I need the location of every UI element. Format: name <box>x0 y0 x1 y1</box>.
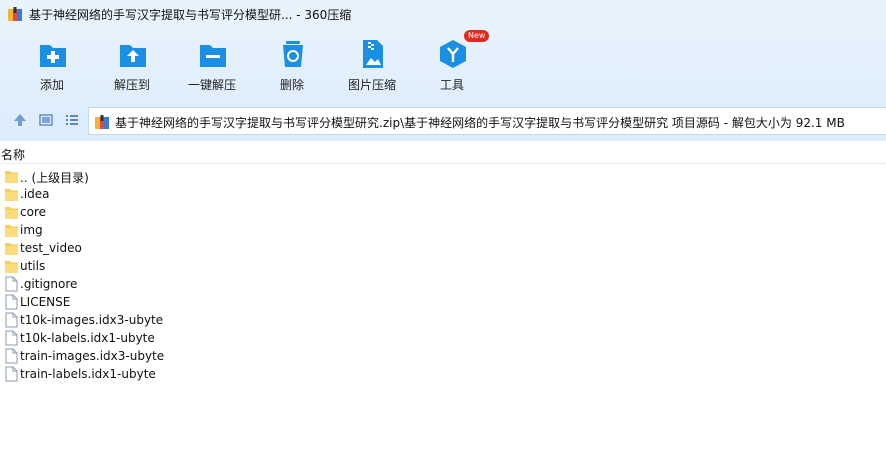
image-zip-icon <box>363 40 383 68</box>
folder-row[interactable]: img <box>0 221 886 239</box>
folder-row[interactable]: .. (上级目录) <box>0 167 886 185</box>
item-name: t10k-images.idx3-ubyte <box>20 313 164 327</box>
item-name: test_video <box>20 241 82 255</box>
column-header-name[interactable]: 名称 <box>1 146 25 163</box>
delete-label: 删除 <box>279 78 304 92</box>
folder-row[interactable]: .idea <box>0 185 886 203</box>
file-row[interactable]: LICENSE <box>0 293 886 311</box>
delete-button[interactable]: 删除 <box>249 36 335 96</box>
item-name: .. (上级目录) <box>20 171 89 185</box>
image-compress-button[interactable]: 图片压缩 <box>329 36 415 96</box>
archive-icon <box>95 115 109 129</box>
folder-icon <box>5 171 18 183</box>
file-row[interactable]: .gitignore <box>0 275 886 293</box>
add-label: 添加 <box>39 78 64 92</box>
extract-to-button[interactable]: 解压到 <box>89 36 175 96</box>
new-badge: New <box>464 30 490 42</box>
item-name: .gitignore <box>20 277 78 291</box>
item-name: core <box>20 205 46 219</box>
item-name: img <box>20 223 43 237</box>
item-name: train-labels.idx1-ubyte <box>20 367 156 381</box>
file-row[interactable]: train-images.idx3-ubyte <box>0 347 886 365</box>
file-icon <box>5 330 18 346</box>
column-header: 名称 <box>0 141 886 164</box>
recycle-bin-icon <box>283 41 303 67</box>
up-arrow-icon[interactable] <box>12 112 28 128</box>
add-button[interactable]: 添加 <box>9 36 95 96</box>
folder-icon <box>5 261 18 273</box>
file-row[interactable]: t10k-labels.idx1-ubyte <box>0 329 886 347</box>
top-area: 基于神经网络的手写汉字提取与书写评分模型研... - 360压缩 添加 解压到 … <box>0 0 886 141</box>
extract-folder-icon <box>120 45 146 67</box>
archive-icon <box>8 7 22 21</box>
one-click-folder-icon <box>200 45 226 67</box>
item-name: utils <box>20 259 46 273</box>
file-icon <box>5 312 18 328</box>
add-file-icon <box>40 45 66 67</box>
file-icon <box>5 294 18 310</box>
folder-icon <box>5 225 18 237</box>
title-bar: 基于神经网络的手写汉字提取与书写评分模型研... - 360压缩 <box>0 0 886 28</box>
address-bar[interactable]: 基于神经网络的手写汉字提取与书写评分模型研究.zip\基于神经网络的手写汉字提取… <box>88 107 886 135</box>
item-name: train-images.idx3-ubyte <box>20 349 165 363</box>
navigation-bar: 基于神经网络的手写汉字提取与书写评分模型研究.zip\基于神经网络的手写汉字提取… <box>0 105 886 135</box>
tools-cube-icon <box>440 40 466 68</box>
file-row[interactable]: train-labels.idx1-ubyte <box>0 365 886 383</box>
folder-icon <box>5 243 18 255</box>
file-icon <box>5 366 18 382</box>
toolbar: 添加 解压到 一键解压 删除 图片压缩 New 工具 <box>0 30 886 96</box>
file-icon <box>5 348 18 364</box>
tools-button[interactable]: New 工具 <box>409 30 495 96</box>
image-compress-label: 图片压缩 <box>347 78 396 92</box>
thumbnail-view-icon[interactable] <box>38 112 54 128</box>
folder-row[interactable]: core <box>0 203 886 221</box>
extract-to-label: 解压到 <box>113 78 150 92</box>
folder-row[interactable]: utils <box>0 257 886 275</box>
address-path: 基于神经网络的手写汉字提取与书写评分模型研究.zip\基于神经网络的手写汉字提取… <box>115 116 845 130</box>
tools-label: 工具 <box>439 78 464 92</box>
file-list: .. (上级目录) .idea core img test_videoutils .git… <box>0 167 886 383</box>
one-click-extract-label: 一键解压 <box>187 78 236 92</box>
item-name: .idea <box>20 187 50 201</box>
folder-row[interactable]: test_video <box>0 239 886 257</box>
window-title: 基于神经网络的手写汉字提取与书写评分模型研... - 360压缩 <box>29 8 352 22</box>
folder-icon <box>5 207 18 219</box>
list-view-icon[interactable] <box>64 112 80 128</box>
file-icon <box>5 276 18 292</box>
item-name: t10k-labels.idx1-ubyte <box>20 331 155 345</box>
one-click-extract-button[interactable]: 一键解压 <box>169 36 255 96</box>
file-row[interactable]: t10k-images.idx3-ubyte <box>0 311 886 329</box>
item-name: LICENSE <box>20 295 71 309</box>
folder-icon <box>5 189 18 201</box>
